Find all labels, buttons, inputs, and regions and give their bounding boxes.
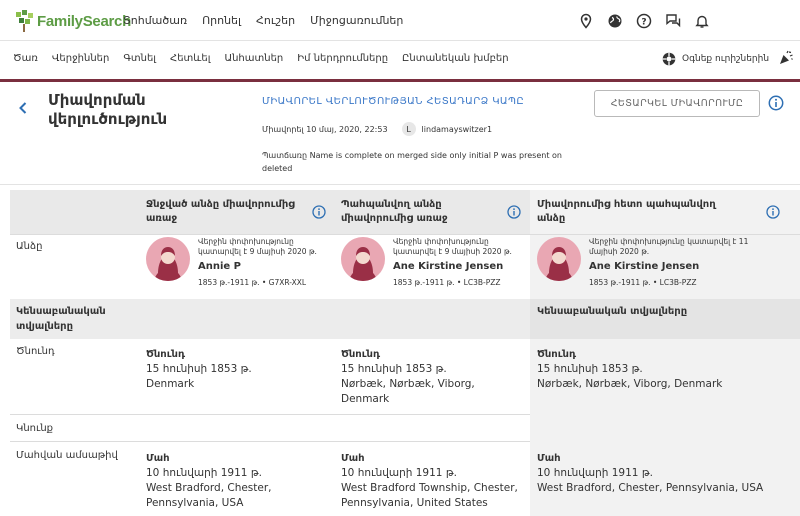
- result-person-card[interactable]: Վերջին փոփոխությունը կատարվել է 11 մայիս…: [537, 237, 767, 287]
- event-title: Ծնունդ: [341, 349, 381, 360]
- nav-tree[interactable]: Տոհմածառ: [123, 14, 187, 27]
- female-avatar-icon: [341, 237, 385, 281]
- female-avatar-icon: [146, 237, 190, 281]
- row-divider: [10, 441, 530, 442]
- merge-date: Միավորել 10 մայ, 2020, 22:53: [262, 124, 388, 134]
- info-icon[interactable]: [768, 95, 784, 111]
- event-date: 10 հունվարի 1911 թ.: [341, 467, 457, 479]
- help-others-label: Օգնեք ուրիշներին: [682, 54, 770, 64]
- death-row-label: Մահվան ամսաթիվ: [16, 450, 118, 461]
- birth-row-label: Ծնունդ: [16, 346, 55, 357]
- back-chevron-icon[interactable]: [18, 100, 30, 114]
- person-name[interactable]: Ane Kirstine Jensen: [589, 260, 767, 274]
- top-header: FamilySearch Տոհմածառ Որոնել Հուշեր Միջո…: [0, 0, 800, 41]
- event-place: West Bradford, Chester, Pennsylvania, US…: [537, 482, 764, 494]
- event-date: 15 հունիսի 1853 թ.: [341, 363, 447, 375]
- merge-username[interactable]: lindamayswitzer1: [422, 125, 493, 134]
- person-name[interactable]: Annie P: [198, 260, 338, 274]
- event-title: Ծնունդ: [146, 349, 186, 360]
- deleted-birth: Ծնունդ 15 հունիսի 1853 թ. Denmark: [146, 347, 326, 392]
- help-icon[interactable]: ?: [636, 13, 652, 29]
- event-date: 15 հունիսի 1853 թ.: [537, 363, 643, 375]
- event-place: Nørbæk, Nørbæk, Viborg, Denmark: [341, 378, 475, 405]
- deleted-death: Մահ 10 հունվարի 1911 թ. West Bradford, C…: [146, 451, 326, 511]
- header-icons: ?: [565, 13, 710, 29]
- subnav-following[interactable]: Հետևել: [170, 53, 210, 64]
- event-date: 15 հունիսի 1853 թ.: [146, 363, 252, 375]
- person-lifespan-id: 1853 թ.-1911 թ. • LC3B-PZZ: [393, 278, 501, 287]
- retained-birth: Ծնունդ 15 հունիսի 1853 թ. Nørbæk, Nørbæk…: [341, 347, 526, 407]
- brand-bar: [0, 79, 800, 82]
- subnav-recents[interactable]: Վերջիններ: [52, 53, 110, 64]
- subnav-contributions[interactable]: Իմ ներդրումները: [297, 53, 388, 64]
- subnav-find[interactable]: Գտնել: [123, 53, 156, 64]
- merge-reason: Պատճառը Name is complete on merged side …: [262, 151, 562, 173]
- event-place: West Bradford Township, Chester, Pennsyl…: [341, 482, 518, 509]
- svg-text:?: ?: [641, 18, 646, 28]
- person-lifespan-id: 1853 թ.-1911 թ. • LC3B-PZZ: [589, 278, 697, 287]
- retained-column-heading: Պահպանվող անձը միավորումից առաջ: [341, 199, 448, 224]
- globe-icon[interactable]: [607, 13, 623, 29]
- person-name[interactable]: Ane Kirstine Jensen: [393, 260, 533, 274]
- bell-icon[interactable]: [694, 13, 710, 29]
- last-changed-note: Վերջին փոփոխությունը կատարվել է 11 մայիս…: [589, 237, 749, 256]
- subnav-family-groups[interactable]: Ընտանեկան խմբեր: [402, 53, 509, 64]
- result-birth: Ծնունդ 15 հունիսի 1853 թ. Nørbæk, Nørbæk…: [537, 347, 792, 392]
- event-title: Մահ: [341, 453, 365, 464]
- nav-activities[interactable]: Միջոցառումներ: [310, 14, 403, 27]
- deleted-column-heading: Ջնջված անձը միավորումից առաջ: [146, 199, 295, 224]
- tree-subnav: Ծառ Վերջիններ Գտնել Հետևել Անհատներ Իմ ն…: [0, 41, 800, 79]
- nav-search[interactable]: Որոնել: [202, 14, 241, 27]
- female-avatar-icon: [537, 237, 581, 281]
- last-changed-note: Վերջին փոփոխությունը կատարվել է 9 մայիսի…: [198, 237, 317, 256]
- vitals-section-label-right: Կենսաբանական տվյալները: [537, 306, 688, 317]
- help-others-icon: [662, 52, 676, 66]
- celebration-icon[interactable]: [778, 50, 794, 66]
- familysearch-logo[interactable]: FamilySearch: [14, 9, 131, 33]
- deleted-person-card[interactable]: Վերջին փոփոխությունը կատարվել է 9 մայիսի…: [146, 237, 338, 287]
- retained-person-card[interactable]: Վերջին փոփոխությունը կատարվել է 9 մայիսի…: [341, 237, 533, 287]
- event-place: West Bradford, Chester, Pennsylvania, US…: [146, 482, 272, 509]
- primary-nav: Տոհմածառ Որոնել Հուշեր Միջոցառումներ: [123, 14, 418, 27]
- row-divider: [10, 234, 800, 235]
- row-divider: [10, 414, 530, 415]
- header-divider: [0, 184, 800, 185]
- result-column-heading: Միավորումից հետո պահպանվող անձը: [537, 199, 716, 224]
- vitals-section-label: Կենսաբանական տվյալները: [16, 306, 106, 332]
- help-others-button[interactable]: Օգնեք ուրիշներին: [662, 52, 769, 66]
- chat-icon[interactable]: [665, 13, 681, 29]
- location-pin-icon[interactable]: [578, 13, 594, 29]
- last-changed-note: Վերջին փոփոխությունը կատարվել է 9 մայիսի…: [393, 237, 512, 256]
- tree-logo-icon: [16, 10, 33, 32]
- undo-merge-button[interactable]: ՀԵՏԱՐԿԵԼ ՄԻԱՎՈՐՈՒՄԸ: [594, 90, 760, 117]
- nav-memories[interactable]: Հուշեր: [256, 14, 295, 27]
- merge-meta: Միավորել 10 մայ, 2020, 22:53 L lindamays…: [262, 122, 492, 136]
- person-lifespan-id: 1853 թ.-1911 թ. • G7XR-XXL: [198, 278, 307, 287]
- retained-info-icon[interactable]: [507, 205, 521, 219]
- event-title: Ծնունդ: [537, 349, 577, 360]
- page-title: Միավորման վերլուծություն: [48, 91, 168, 128]
- event-title: Մահ: [146, 453, 170, 464]
- event-date: 10 հունվարի 1911 թ.: [537, 467, 653, 479]
- result-death: Մահ 10 հունվարի 1911 թ. West Bradford, C…: [537, 451, 792, 496]
- user-avatar: L: [401, 122, 416, 136]
- subnav-tree[interactable]: Ծառ: [13, 53, 38, 64]
- deleted-info-icon[interactable]: [312, 205, 326, 219]
- subnav-people[interactable]: Անհատներ: [224, 53, 283, 64]
- result-info-icon[interactable]: [766, 205, 780, 219]
- christening-row-label: Կնունք: [16, 423, 54, 434]
- event-place: Denmark: [146, 378, 195, 390]
- event-date: 10 հունվարի 1911 թ.: [146, 467, 262, 479]
- event-title: Մահ: [537, 453, 561, 464]
- event-place: Nørbæk, Nørbæk, Viborg, Denmark: [537, 378, 723, 390]
- merge-analysis-feedback-link[interactable]: ՄԻԱՎՈՐԵԼ ՎԵՐԼՈՒԾՈՒԹՅԱՆ ՀԵՏԱԴԱՐՁ ԿԱՊԸ: [262, 96, 524, 107]
- person-row-label: Անձը: [16, 241, 43, 252]
- retained-death: Մահ 10 հունվարի 1911 թ. West Bradford To…: [341, 451, 526, 511]
- logo-text: FamilySearch: [37, 12, 131, 30]
